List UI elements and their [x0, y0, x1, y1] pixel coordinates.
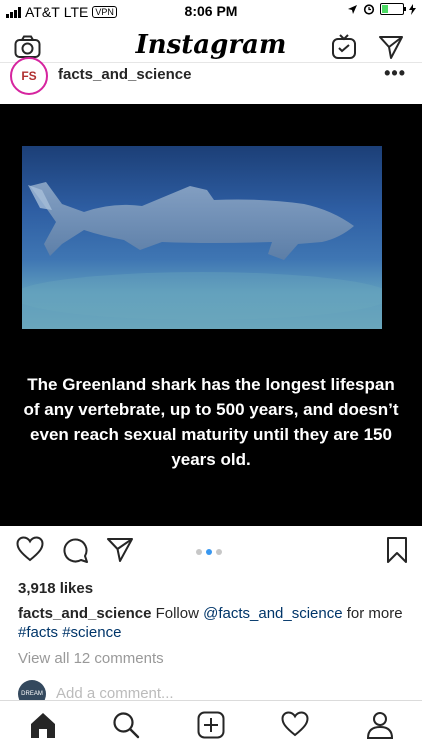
caption-text: Follow [151, 605, 204, 622]
save-bookmark-icon[interactable] [386, 536, 408, 564]
image-text: The Greenland shark has the longest life… [23, 375, 399, 469]
view-all-comments-link[interactable]: View all 12 comments [18, 650, 164, 667]
caption-text: for more [342, 605, 403, 622]
share-icon[interactable] [106, 536, 134, 564]
shark-photo [22, 146, 382, 329]
post-author-username[interactable]: facts_and_science [58, 66, 191, 83]
hashtag-facts-link[interactable]: #facts [18, 624, 58, 641]
profile-icon[interactable] [366, 711, 394, 739]
battery-icon [380, 3, 406, 15]
add-comment-input[interactable]: Add a comment... [56, 685, 174, 700]
comment-icon[interactable] [62, 536, 90, 564]
post-header: FS facts_and_science ••• [0, 57, 422, 105]
home-icon[interactable] [29, 711, 57, 739]
add-comment-row[interactable]: DREAM BIG Add a comment... [18, 680, 418, 700]
post-actions [0, 536, 422, 568]
more-options-icon[interactable]: ••• [384, 63, 406, 84]
direct-message-icon[interactable] [378, 34, 404, 60]
charging-icon [409, 3, 416, 15]
search-icon[interactable] [112, 711, 140, 739]
post-caption: facts_and_science Follow @facts_and_scie… [18, 604, 404, 642]
post-author-avatar[interactable]: FS [10, 57, 48, 95]
new-post-icon[interactable] [197, 711, 225, 739]
status-right [347, 3, 416, 15]
bottom-tab-bar [0, 700, 422, 751]
alarm-icon [363, 4, 375, 15]
carousel-dot [196, 549, 202, 555]
hashtag-science-link[interactable]: #science [62, 624, 121, 641]
carousel-indicator [196, 549, 222, 555]
like-heart-icon[interactable] [16, 536, 44, 562]
location-icon [348, 4, 357, 14]
caption-username[interactable]: facts_and_science [18, 605, 151, 622]
shark-illustration [22, 182, 382, 320]
igtv-icon[interactable] [331, 34, 357, 60]
status-bar: AT&T LTE VPN 8:06 PM [0, 0, 422, 22]
instagram-logo: Instagram [135, 30, 287, 60]
likes-count[interactable]: 3,918 likes [18, 580, 93, 597]
current-user-avatar: DREAM BIG [18, 680, 46, 700]
carousel-dot-active [206, 549, 212, 555]
activity-icon[interactable] [281, 711, 309, 737]
mention-link[interactable]: @facts_and_science [203, 605, 342, 622]
post-image[interactable]: The Greenland shark has the longest life… [0, 104, 422, 526]
carousel-dot [216, 549, 222, 555]
